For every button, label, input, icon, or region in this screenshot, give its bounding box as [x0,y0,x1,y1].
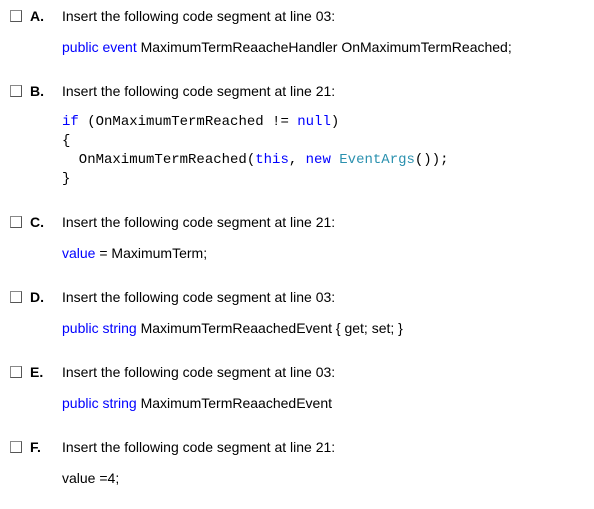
option-label: E. [30,364,62,380]
code-token: MaximumTermReaachedEvent { get; set; } [141,320,403,336]
code-token: value =4; [62,470,119,486]
code-token: if [62,114,79,130]
checkbox-col [10,8,30,25]
option-label: B. [30,83,62,99]
option-a: A. Insert the following code segment at … [10,8,584,57]
checkbox-d[interactable] [10,291,22,303]
option-b: B. Insert the following code segment at … [10,83,584,189]
option-content: Insert the following code segment at lin… [62,439,584,488]
code-token: { [62,133,70,149]
code-token: this [255,152,289,168]
code-line: public event MaximumTermReaacheHandler O… [62,38,584,57]
code-token: , [289,152,306,168]
code-token: public event [62,39,141,55]
checkbox-col [10,364,30,381]
option-d: D. Insert the following code segment at … [10,289,584,338]
checkbox-b[interactable] [10,85,22,97]
option-content: Insert the following code segment at lin… [62,364,584,413]
code-token: MaximumTermReaacheHandler OnMaximumTermR… [141,39,512,55]
code-token: public string [62,320,141,336]
code-token: (OnMaximumTermReached != [79,114,297,130]
code-line: if (OnMaximumTermReached != null) [62,113,584,132]
code-token: } [62,171,70,187]
code-line: } [62,170,584,189]
option-content: Insert the following code segment at lin… [62,8,584,57]
prompt-text: Insert the following code segment at lin… [62,289,584,305]
option-content: Insert the following code segment at lin… [62,83,584,189]
prompt-text: Insert the following code segment at lin… [62,364,584,380]
checkbox-col [10,83,30,100]
option-c: C. Insert the following code segment at … [10,214,584,263]
code-line: OnMaximumTermReached(this, new EventArgs… [62,151,584,170]
prompt-text: Insert the following code segment at lin… [62,214,584,230]
code-line: value =4; [62,469,584,488]
option-label: C. [30,214,62,230]
code-block: if (OnMaximumTermReached != null) { OnMa… [62,113,584,189]
checkbox-col [10,214,30,231]
prompt-text: Insert the following code segment at lin… [62,83,584,99]
code-token: public string [62,395,141,411]
answer-options: A. Insert the following code segment at … [0,0,594,504]
option-e: E. Insert the following code segment at … [10,364,584,413]
code-line: public string MaximumTermReaachedEvent [62,394,584,413]
code-token: OnMaximumTermReached( [62,152,255,168]
checkbox-e[interactable] [10,366,22,378]
code-token: EventArgs [339,152,415,168]
code-line: value = MaximumTerm; [62,244,584,263]
code-token: ) [331,114,339,130]
code-token: new [306,152,331,168]
code-token: MaximumTermReaachedEvent [141,395,332,411]
code-token: null [297,114,331,130]
option-content: Insert the following code segment at lin… [62,289,584,338]
option-label: D. [30,289,62,305]
option-content: Insert the following code segment at lin… [62,214,584,263]
checkbox-col [10,289,30,306]
checkbox-c[interactable] [10,216,22,228]
code-token: ()); [415,152,449,168]
code-line: public string MaximumTermReaachedEvent {… [62,319,584,338]
option-label: A. [30,8,62,24]
checkbox-f[interactable] [10,441,22,453]
option-label: F. [30,439,62,455]
code-line: { [62,132,584,151]
checkbox-col [10,439,30,456]
code-token: = MaximumTerm; [99,245,207,261]
checkbox-a[interactable] [10,10,22,22]
code-token: value [62,245,99,261]
prompt-text: Insert the following code segment at lin… [62,439,584,455]
option-f: F. Insert the following code segment at … [10,439,584,488]
prompt-text: Insert the following code segment at lin… [62,8,584,24]
